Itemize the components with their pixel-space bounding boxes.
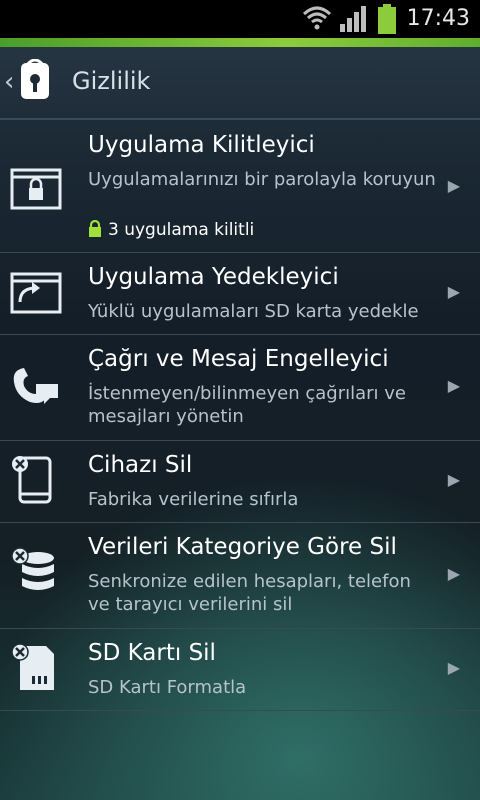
action-bar[interactable]: ‹ Gizlilik [0,47,480,119]
list-item-wipe-data-by-category[interactable]: Verileri Kategoriye Göre Sil Senkronize … [0,522,480,629]
chevron-right-icon: ▶ [447,564,460,583]
item-subtitle: İstenmeyen/bilinmeyen çağrıları ve mesaj… [88,383,406,427]
chevron-left-icon[interactable]: ‹ [4,67,14,97]
call-message-block-icon [13,368,58,404]
list-item-app-backup[interactable]: Uygulama Yedekleyici Yüklü uygulamaları … [0,252,480,335]
app-backup-icon [10,272,62,314]
clock: 17:43 [406,6,470,31]
item-title: Verileri Kategoriye Göre Sil [88,534,397,560]
lock-status: 3 uygulama kilitli [88,220,254,240]
chevron-right-icon: ▶ [447,176,460,195]
app-lock-icon [10,168,62,210]
item-subtitle: Uygulamalarınızı bir parolayla koruyun [88,169,436,190]
chevron-right-icon: ▶ [447,658,460,677]
lock-icon [89,220,101,237]
item-subtitle: Yüklü uygulamaları SD karta yedekle [88,301,419,322]
wifi-icon [302,6,332,30]
battery-icon [378,4,396,34]
wipe-device-icon [12,456,52,504]
chevron-right-icon: ▶ [447,282,460,301]
item-title: SD Kartı Sil [88,640,216,666]
list-item-wipe-sd-card[interactable]: SD Kartı Sil SD Kartı Formatla ▶ [0,628,480,711]
item-subtitle: SD Kartı Formatla [88,677,247,698]
lock-status-text: 3 uygulama kilitli [108,220,255,240]
item-subtitle: Senkronize edilen hesapları, telefon ve … [88,571,411,615]
accent-bar [0,38,480,47]
lock-app-icon[interactable] [18,59,52,103]
item-subtitle: Fabrika verilerine sıfırla [88,489,299,510]
chevron-right-icon: ▶ [447,376,460,395]
list-item-wipe-device[interactable]: Cihazı Sil Fabrika verilerine sıfırla ▶ [0,440,480,523]
signal-icon [340,6,366,32]
list-item-call-message-blocker[interactable]: Çağrı ve Mesaj Engelleyici İstenmeyen/bi… [0,334,480,441]
chevron-right-icon: ▶ [447,470,460,489]
list-item-app-locker[interactable]: Uygulama Kilitleyici Uygulamalarınızı bi… [0,120,480,253]
item-title: Uygulama Yedekleyici [88,264,339,290]
wipe-data-category-icon [11,547,54,590]
item-title: Çağrı ve Mesaj Engelleyici [88,346,389,372]
status-bar: 17:43 [0,0,480,38]
wipe-sd-card-icon [11,643,54,690]
page-title: Gizlilik [72,67,151,95]
item-title: Cihazı Sil [88,452,193,478]
item-title: Uygulama Kilitleyici [88,132,315,158]
